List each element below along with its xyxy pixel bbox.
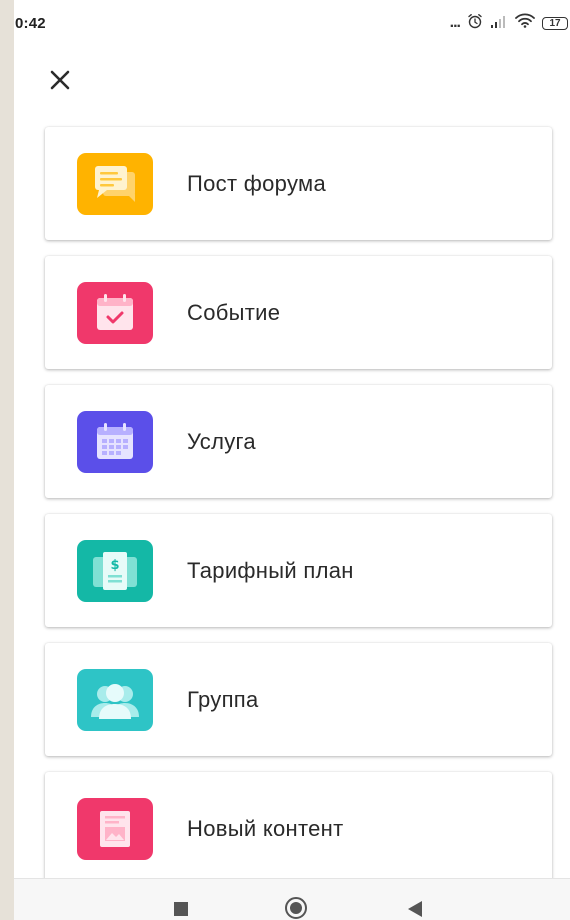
pricing-plan-icon: $ (77, 539, 153, 602)
service-calendar-icon (77, 410, 153, 473)
status-bar: 0:42 ... 17 (14, 0, 570, 44)
close-button[interactable] (42, 62, 78, 98)
group-icon (77, 668, 153, 731)
option-label: Новый контент (187, 815, 344, 841)
status-time: 0:42 (15, 15, 46, 32)
option-event[interactable]: Событие (45, 256, 552, 369)
create-options-list: Пост форума Событие Услуга $ Тарифный пл… (45, 127, 552, 901)
battery-icon: 17 (542, 16, 568, 30)
new-content-icon (77, 797, 153, 860)
option-label: Тарифный план (187, 557, 354, 583)
cell-signal-icon (490, 14, 508, 33)
alarm-icon (467, 13, 483, 34)
recent-apps-icon[interactable] (174, 902, 188, 916)
wifi-icon (515, 13, 535, 33)
option-label: Группа (187, 686, 259, 712)
svg-text:$: $ (110, 558, 119, 573)
forum-post-icon (77, 152, 153, 215)
status-icons: ... 17 (450, 13, 568, 33)
option-group[interactable]: Группа (45, 643, 552, 756)
event-calendar-icon (77, 281, 153, 344)
option-pricing-plan[interactable]: $ Тарифный план (45, 514, 552, 627)
more-notifications-icon: ... (449, 14, 461, 31)
option-label: Услуга (187, 428, 256, 454)
option-service[interactable]: Услуга (45, 385, 552, 498)
option-new-content[interactable]: Новый контент (45, 772, 552, 885)
home-icon[interactable] (285, 897, 307, 919)
back-icon[interactable] (408, 901, 422, 917)
close-icon (50, 70, 70, 90)
option-label: Пост форума (187, 170, 326, 196)
option-forum-post[interactable]: Пост форума (45, 127, 552, 240)
phone-screen: 0:42 ... 17 Пост форума Событие Услуга $… (14, 0, 570, 920)
navigation-bar (14, 878, 570, 920)
option-label: Событие (187, 299, 281, 325)
